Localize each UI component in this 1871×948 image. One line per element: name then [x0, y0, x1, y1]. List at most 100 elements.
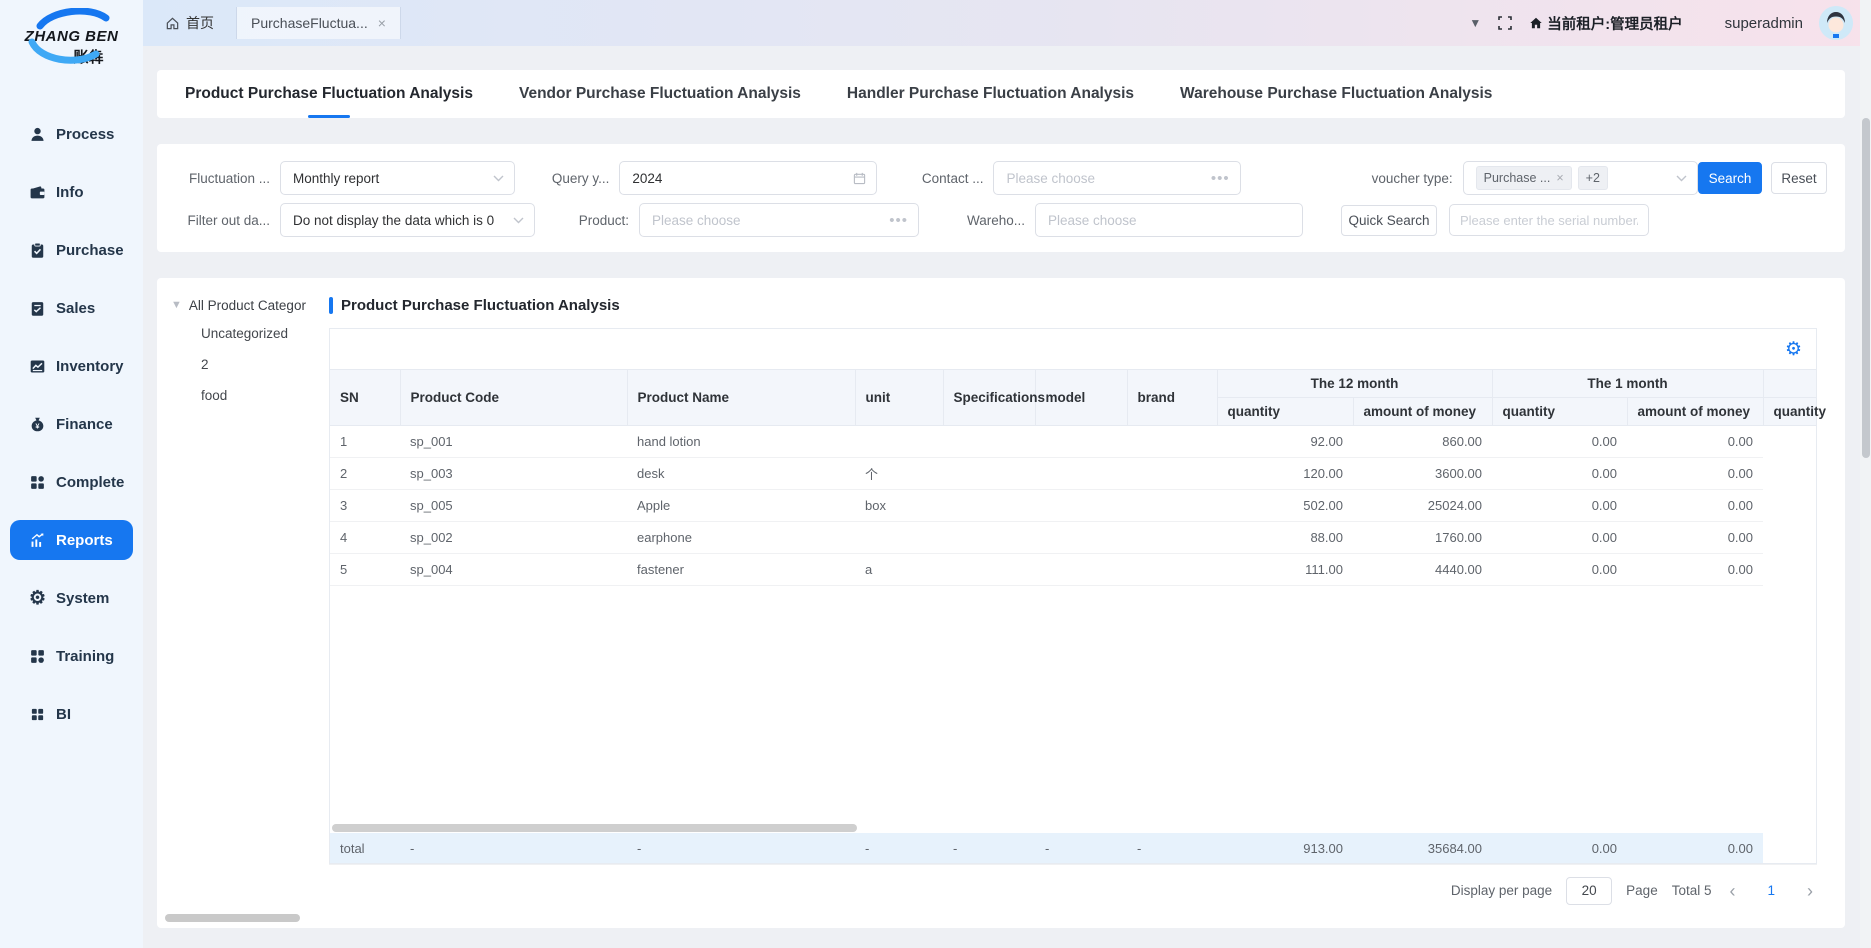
sidebar-item-bi[interactable]: BI [10, 694, 133, 734]
table-row[interactable]: 1sp_001hand lotion92.00860.000.000.00 [330, 426, 1816, 458]
serial-number-input[interactable] [1449, 204, 1649, 236]
quick-search-button[interactable]: Quick Search [1341, 205, 1437, 236]
sidebar-item-purchase[interactable]: Purchase [10, 230, 133, 270]
col-model[interactable]: model [1035, 370, 1127, 426]
username[interactable]: superadmin [1725, 15, 1803, 32]
search-button[interactable]: Search [1698, 162, 1762, 194]
next-page-icon[interactable]: › [1803, 882, 1817, 900]
product-placeholder: Please choose [652, 213, 741, 228]
table-toolbar: ⚙ [330, 329, 1816, 369]
voucher-tag: Purchase ...× [1476, 166, 1572, 190]
fluctuation-value: Monthly report [293, 171, 379, 186]
brand-logo: ZHANG BEN 账犇 [0, 0, 143, 88]
sidebar-item-finance[interactable]: ¥ Finance [10, 404, 133, 444]
sidebar-item-label: Purchase [56, 242, 124, 259]
outer-hscrollbar-thumb[interactable] [165, 914, 300, 922]
prev-page-icon[interactable]: ‹ [1725, 882, 1739, 900]
col-brand[interactable]: brand [1127, 370, 1217, 426]
tree-node-all-categories[interactable]: ▼ All Product Categor [171, 292, 329, 318]
column-settings-gear-icon[interactable]: ⚙ [1785, 338, 1802, 361]
contact-select[interactable]: Please choose ••• [993, 161, 1240, 195]
table-row[interactable]: 5sp_004fastenera111.004440.000.000.00 [330, 554, 1816, 586]
sidebar-item-label: Complete [56, 474, 124, 491]
product-select[interactable]: Please choose ••• [639, 203, 919, 237]
tree-node-2[interactable]: 2 [171, 349, 329, 380]
voucher-type-select[interactable]: Purchase ...× +2 [1463, 161, 1698, 195]
sidebar-item-info[interactable]: Info [10, 172, 133, 212]
chevron-down-icon[interactable]: ▼ [1469, 16, 1481, 30]
sidebar-item-inventory[interactable]: Inventory [10, 346, 133, 386]
sidebar-item-sales[interactable]: Sales [10, 288, 133, 328]
current-page[interactable]: 1 [1753, 883, 1789, 898]
tab-warehouse-purchase-analysis[interactable]: Warehouse Purchase Fluctuation Analysis [1180, 70, 1492, 118]
query-year-input[interactable] [619, 161, 877, 195]
table-row[interactable]: 3sp_005Applebox502.0025024.000.000.00 [330, 490, 1816, 522]
col-clipped-quantity[interactable]: quantity [1763, 398, 1816, 426]
sidebar-item-label: System [56, 590, 109, 607]
tag-close-icon[interactable]: × [1556, 171, 1563, 185]
money-bag-icon: ¥ [28, 415, 47, 434]
sidebar-item-training[interactable]: Training [10, 636, 133, 676]
filter-panel: Fluctuation ... Monthly report Query y..… [157, 144, 1845, 252]
col-product-code[interactable]: Product Code [400, 370, 627, 426]
col-group-1-month[interactable]: The 1 month [1492, 370, 1763, 398]
table-cell [1035, 554, 1127, 586]
tree-caret-icon[interactable]: ▼ [171, 299, 182, 311]
table-cell: 111.00 [1217, 554, 1353, 586]
sidebar-nav: Process Info Purchase Sales Inventory ¥ … [0, 88, 143, 734]
query-year-field[interactable] [632, 171, 832, 186]
filter-zero-select[interactable]: Do not display the data which is 0 [280, 203, 535, 237]
warehouse-select[interactable]: Please choose [1035, 203, 1303, 237]
table-cell [1127, 490, 1217, 522]
page-size-select[interactable]: 20 [1566, 877, 1612, 905]
fluctuation-select[interactable]: Monthly report [280, 161, 515, 195]
table-cell: sp_002 [400, 522, 627, 554]
col-1m-quantity[interactable]: quantity [1492, 398, 1627, 426]
table-row[interactable]: 2sp_003desk个120.003600.000.000.00 [330, 458, 1816, 490]
tree-node-food[interactable]: food [171, 380, 329, 411]
col-unit[interactable]: unit [855, 370, 943, 426]
table-cell: 88.00 [1217, 522, 1353, 554]
open-tab-label: PurchaseFluctua... [251, 15, 368, 31]
col-sn[interactable]: SN [330, 370, 400, 426]
grid-icon [28, 473, 47, 492]
col-product-name[interactable]: Product Name [627, 370, 855, 426]
tab-vendor-purchase-analysis[interactable]: Vendor Purchase Fluctuation Analysis [519, 70, 801, 118]
col-specifications[interactable]: Specifications [943, 370, 1035, 426]
avatar[interactable] [1819, 6, 1853, 40]
col-group-12-month[interactable]: The 12 month [1217, 370, 1492, 398]
table-cell: 860.00 [1353, 426, 1492, 458]
section-title: Product Purchase Fluctuation Analysis [329, 292, 1833, 318]
sidebar-item-system[interactable]: ⚙ System [10, 578, 133, 618]
table-cell [1127, 522, 1217, 554]
close-icon[interactable]: × [378, 15, 386, 31]
reset-button[interactable]: Reset [1771, 162, 1827, 194]
tab-product-purchase-analysis[interactable]: Product Purchase Fluctuation Analysis [185, 70, 473, 118]
sidebar-item-process[interactable]: Process [10, 114, 133, 154]
col-12m-amount[interactable]: amount of money [1353, 398, 1492, 426]
fullscreen-icon[interactable] [1497, 15, 1513, 31]
sidebar-item-reports[interactable]: Reports [10, 520, 133, 560]
sidebar-item-complete[interactable]: Complete [10, 462, 133, 502]
table-cell: 502.00 [1217, 490, 1353, 522]
tab-handler-purchase-analysis[interactable]: Handler Purchase Fluctuation Analysis [847, 70, 1134, 118]
table-total-row: total------913.0035684.000.000.00 [330, 833, 1816, 863]
tree-node-uncategorized[interactable]: Uncategorized [171, 318, 329, 349]
hscrollbar-thumb[interactable] [332, 824, 857, 832]
open-tab[interactable]: PurchaseFluctua... × [236, 7, 401, 39]
table-cell: sp_003 [400, 458, 627, 490]
table-row[interactable]: 4sp_002earphone88.001760.000.000.00 [330, 522, 1816, 554]
col-1m-amount[interactable]: amount of money [1627, 398, 1763, 426]
table-cell: 4440.00 [1353, 554, 1492, 586]
home-link[interactable]: 首页 [143, 0, 236, 46]
col-12m-quantity[interactable]: quantity [1217, 398, 1353, 426]
total-cell: - [943, 833, 1035, 863]
home-icon [165, 16, 180, 31]
table-cell [855, 426, 943, 458]
table-cell: 25024.00 [1353, 490, 1492, 522]
table-cell [943, 490, 1035, 522]
page-vscrollbar-thumb[interactable] [1862, 118, 1870, 458]
total-cell: 913.00 [1217, 833, 1353, 863]
chevron-down-icon [493, 175, 504, 182]
filter-zero-label: Filter out da... [175, 213, 270, 228]
